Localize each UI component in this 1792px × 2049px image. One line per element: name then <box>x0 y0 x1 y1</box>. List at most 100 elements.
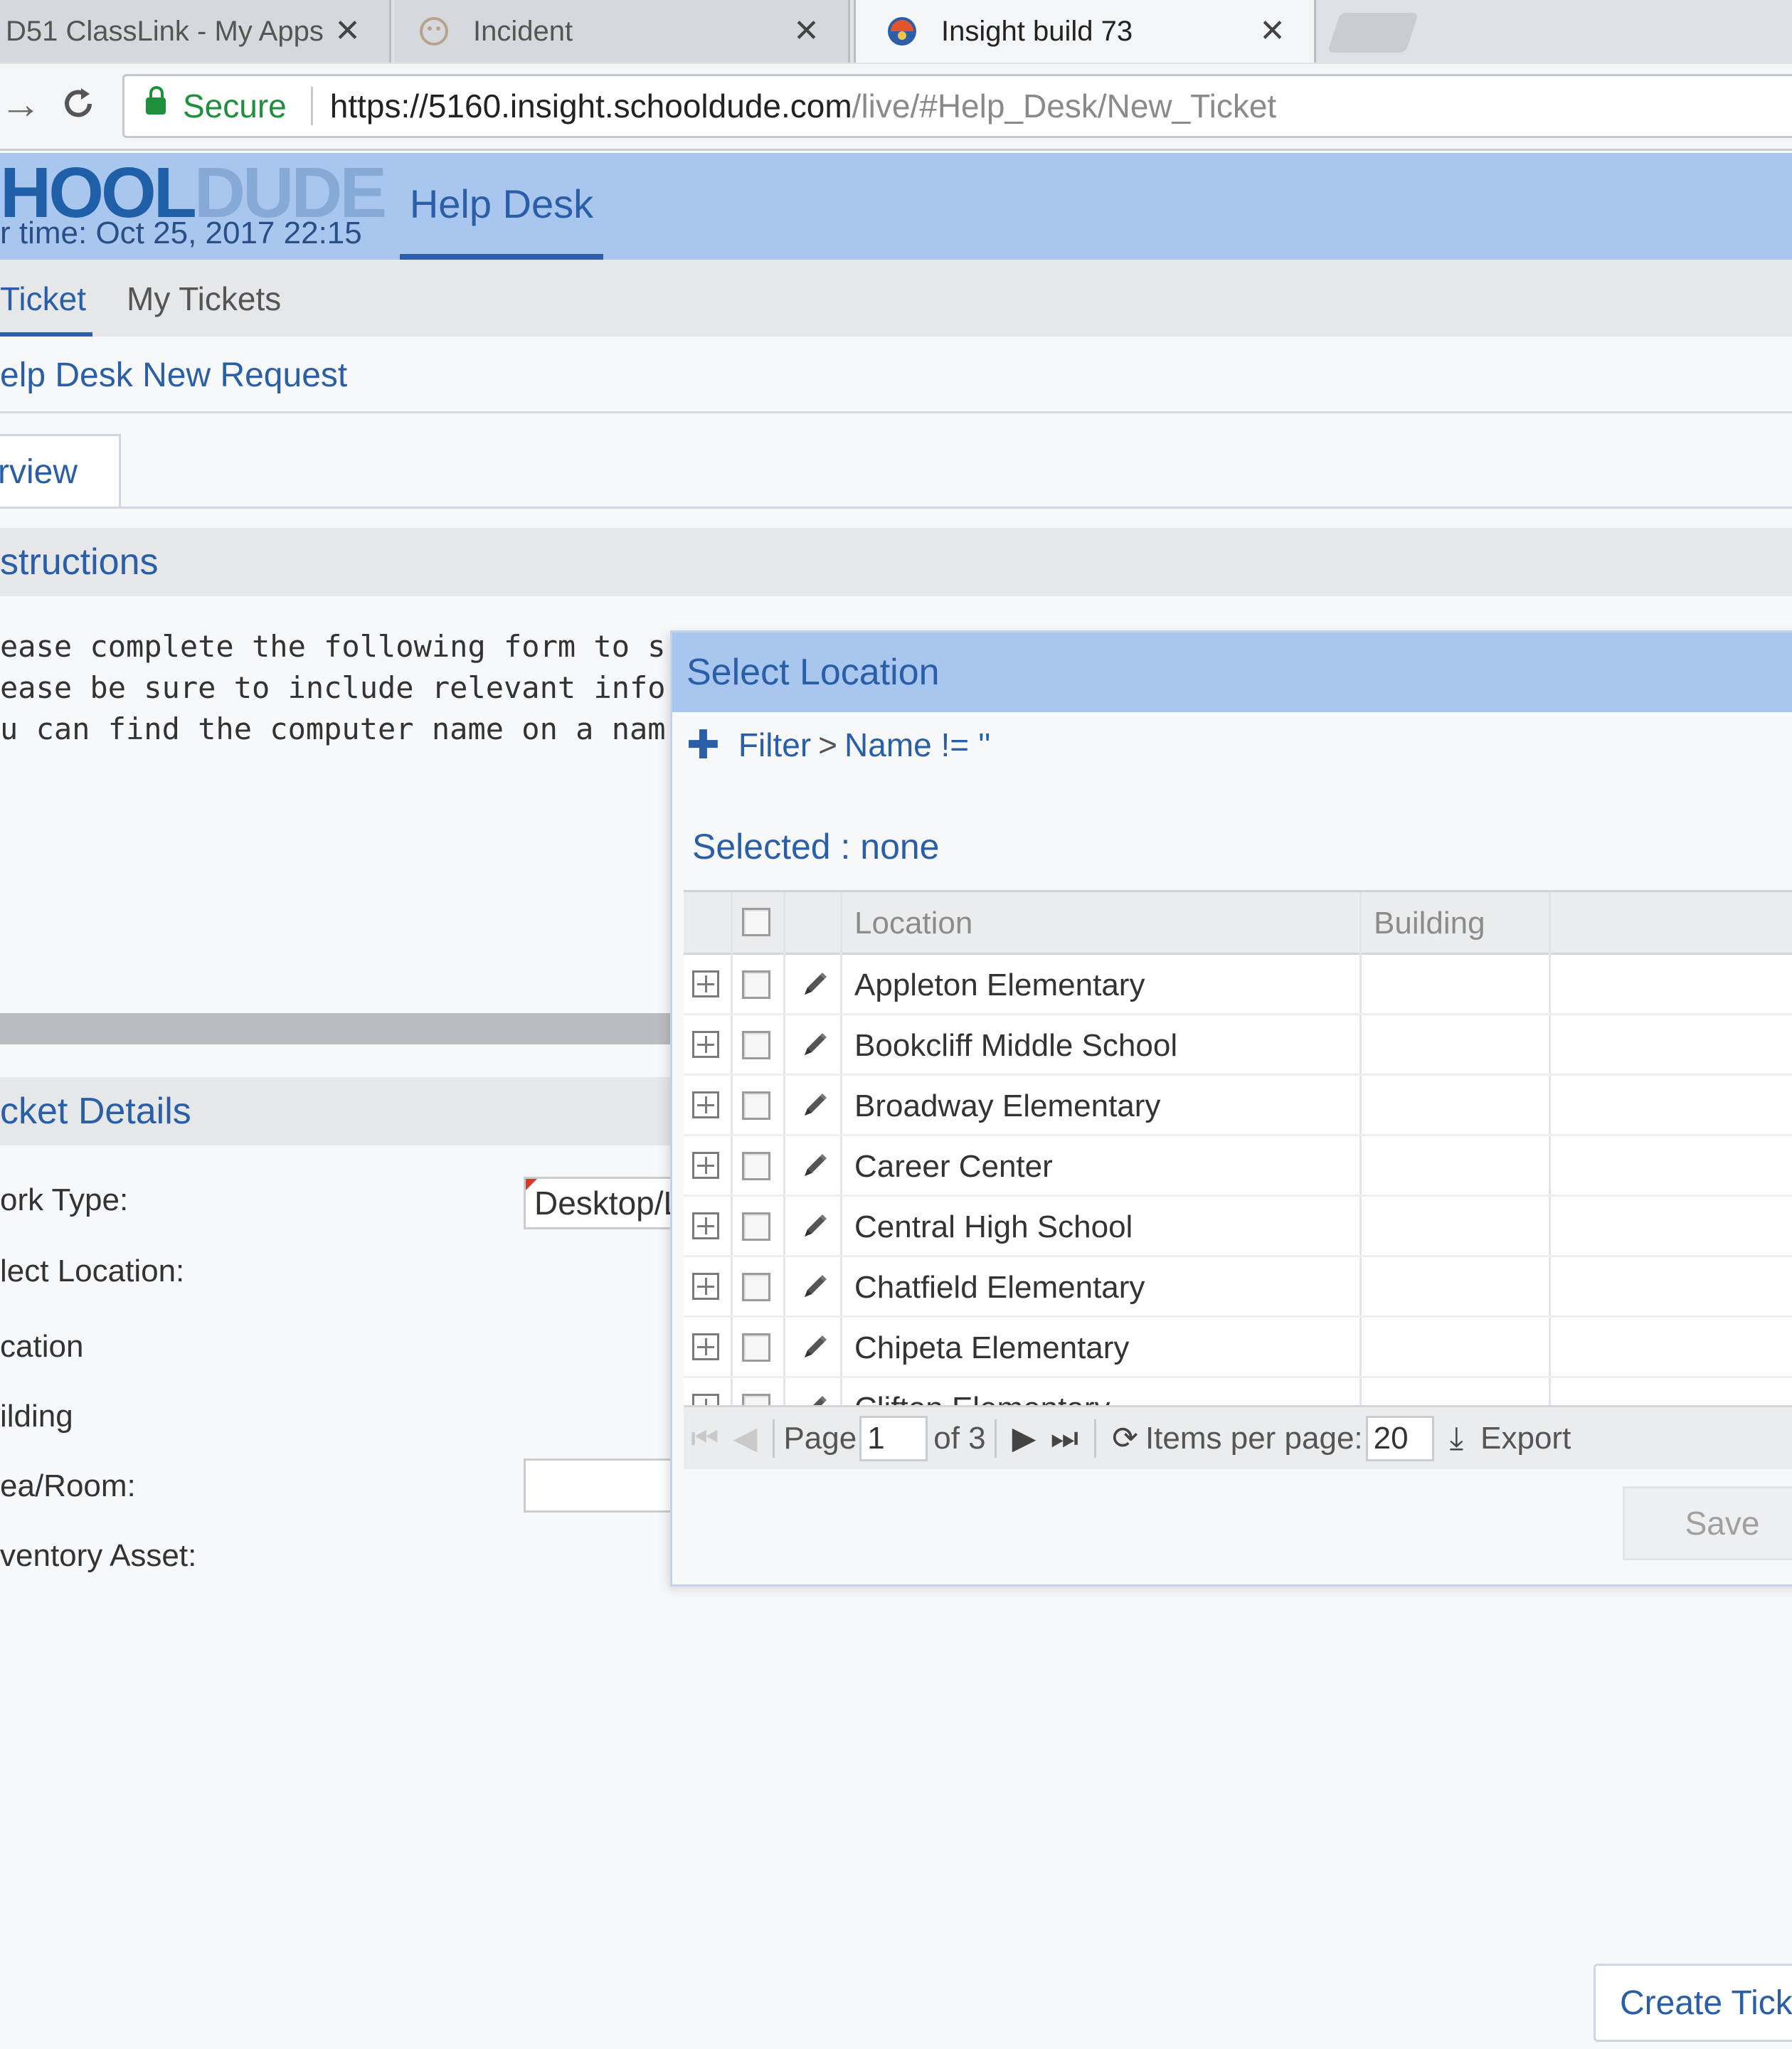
close-tab-icon[interactable]: ✕ <box>1259 13 1285 49</box>
divider <box>0 411 1792 413</box>
browser-tabstrip: D51 ClassLink - My Apps ✕ Incident ✕ Ins… <box>0 0 1792 64</box>
next-page-icon[interactable]: ▶ <box>1012 1420 1037 1456</box>
select-location-dialog: Select Location ✚ Filter > Name != '' Sele… <box>670 630 1792 1587</box>
column-header-location[interactable]: Location <box>854 892 972 955</box>
first-page-icon[interactable]: ⏮ <box>691 1421 719 1456</box>
edit-pencil-icon[interactable] <box>797 1209 832 1244</box>
server-time: r time: Oct 25, 2017 22:15 <box>0 216 362 250</box>
new-tab-button[interactable] <box>1327 13 1419 53</box>
row-checkbox[interactable] <box>742 1152 770 1180</box>
divider <box>0 507 1792 509</box>
instructions-heading: structions <box>0 528 1792 596</box>
row-checkbox[interactable] <box>742 970 770 999</box>
table-row[interactable]: Clifton Elementary <box>684 1378 1792 1405</box>
expand-row-icon[interactable] <box>692 1212 719 1239</box>
expand-row-icon[interactable] <box>692 1091 719 1118</box>
edit-pencil-icon[interactable] <box>797 1028 832 1062</box>
subnav-my-tickets[interactable]: My Tickets <box>127 280 281 318</box>
items-per-page-input[interactable]: 20 <box>1365 1415 1434 1461</box>
column-header-building[interactable]: Building <box>1374 892 1485 955</box>
edit-pencil-icon[interactable] <box>797 1149 832 1183</box>
edit-pencil-icon[interactable] <box>797 1270 832 1304</box>
filter-row[interactable]: ✚ Filter > Name != '' <box>686 725 991 765</box>
browser-tab-insight[interactable]: Insight build 73 ✕ <box>854 0 1316 63</box>
row-checkbox[interactable] <box>742 1333 770 1362</box>
save-button[interactable]: Save <box>1623 1486 1792 1560</box>
items-per-page-label: Items per page: <box>1145 1420 1363 1456</box>
refresh-icon[interactable]: ⟳ <box>1112 1420 1138 1456</box>
filter-text: Filter > Name != '' <box>738 726 991 763</box>
tab-title: Incident <box>473 15 573 47</box>
pager-divider <box>1094 1419 1097 1458</box>
tab-overview[interactable]: rview <box>0 434 121 508</box>
table-row[interactable]: Chipeta Elementary <box>684 1318 1792 1378</box>
subnav-new-ticket[interactable]: Ticket <box>0 280 92 337</box>
close-tab-icon[interactable]: ✕ <box>334 13 361 49</box>
edit-pencil-icon[interactable] <box>797 1391 832 1405</box>
grid-header: Location Building <box>684 892 1792 955</box>
address-divider <box>310 87 313 125</box>
row-checkbox[interactable] <box>742 1031 770 1059</box>
pager-divider <box>994 1419 997 1458</box>
close-tab-icon[interactable]: ✕ <box>793 13 820 49</box>
address-bar[interactable]: Secure https://5160.insight.schooldude.c… <box>122 74 1792 138</box>
expand-row-icon[interactable] <box>692 1394 719 1405</box>
lock-icon <box>146 86 166 115</box>
work-type-label: ork Type: <box>0 1182 129 1217</box>
page-number-input[interactable]: 1 <box>859 1415 928 1461</box>
location-grid: Location Building Appleton Elementary Boo… <box>684 890 1792 1405</box>
area-room-field[interactable] <box>524 1458 687 1513</box>
expand-row-icon[interactable] <box>692 1273 719 1300</box>
reload-icon[interactable] <box>58 84 98 131</box>
table-row[interactable]: Bookcliff Middle School <box>684 1015 1792 1076</box>
area-room-label: ea/Room: <box>0 1468 136 1503</box>
secure-label: Secure <box>183 88 287 125</box>
last-page-icon[interactable]: ⏭ <box>1050 1421 1078 1456</box>
select-location-label: lect Location: <box>0 1254 185 1288</box>
export-button[interactable]: Export <box>1480 1421 1571 1456</box>
instructions-text: ease complete the following form to s eas… <box>0 629 666 746</box>
row-checkbox[interactable] <box>742 1091 770 1120</box>
table-row[interactable]: Appleton Elementary <box>684 955 1792 1015</box>
location-name: Appleton Elementary <box>854 967 1145 1002</box>
expand-row-icon[interactable] <box>692 1152 719 1179</box>
url-host: https://5160.insight.schooldude.com <box>329 88 852 125</box>
browser-tab-classlink[interactable]: D51 ClassLink - My Apps ✕ <box>0 0 391 63</box>
expand-row-icon[interactable] <box>692 1333 719 1360</box>
table-row[interactable]: Central High School <box>684 1197 1792 1257</box>
download-icon[interactable]: ⤓ <box>1450 1421 1463 1456</box>
tab-title: D51 ClassLink - My Apps <box>6 15 324 47</box>
expand-row-icon[interactable] <box>692 970 719 997</box>
edit-pencil-icon[interactable] <box>797 968 832 1002</box>
edit-pencil-icon[interactable] <box>797 1089 832 1123</box>
location-name: Broadway Elementary <box>854 1088 1161 1123</box>
grid-pager: ⏮ ◀ Page 1 of 3 ▶ ⏭ ⟳ Items per page: 20… <box>684 1405 1792 1469</box>
location-name: Bookcliff Middle School <box>854 1027 1178 1063</box>
browser-tab-incident[interactable]: Incident ✕ <box>395 0 850 63</box>
edit-pencil-icon[interactable] <box>797 1330 832 1365</box>
table-row[interactable]: Chatfield Elementary <box>684 1257 1792 1318</box>
tab-help-desk[interactable]: Help Desk <box>400 153 603 260</box>
location-name: Chatfield Elementary <box>854 1269 1145 1305</box>
app-header: HOOLDUDE r time: Oct 25, 2017 22:15 Help… <box>0 153 1792 260</box>
row-checkbox[interactable] <box>742 1273 770 1301</box>
dialog-title: Select Location <box>672 632 1792 712</box>
url-path: /live/#Help_Desk/New_Ticket <box>852 88 1277 125</box>
select-all-checkbox[interactable] <box>742 908 770 936</box>
add-filter-icon[interactable]: ✚ <box>686 725 720 765</box>
selected-summary: Selected : none <box>692 827 940 867</box>
section-separator <box>0 1013 676 1044</box>
pager-divider <box>773 1419 775 1458</box>
page-count: of 3 <box>933 1420 986 1456</box>
row-checkbox[interactable] <box>742 1212 770 1241</box>
row-checkbox[interactable] <box>742 1394 770 1405</box>
work-type-field[interactable]: Desktop/Laptop <box>524 1177 687 1229</box>
prev-page-icon[interactable]: ◀ <box>733 1420 758 1456</box>
create-ticket-button[interactable]: Create Ticket <box>1594 1964 1792 2042</box>
table-row[interactable]: Broadway Elementary <box>684 1076 1792 1136</box>
table-row[interactable]: Career Center <box>684 1136 1792 1197</box>
page-label: Page <box>783 1420 857 1456</box>
location-name: Clifton Elementary <box>854 1378 1110 1406</box>
forward-arrow-icon[interactable]: → <box>0 84 41 125</box>
expand-row-icon[interactable] <box>692 1031 719 1058</box>
